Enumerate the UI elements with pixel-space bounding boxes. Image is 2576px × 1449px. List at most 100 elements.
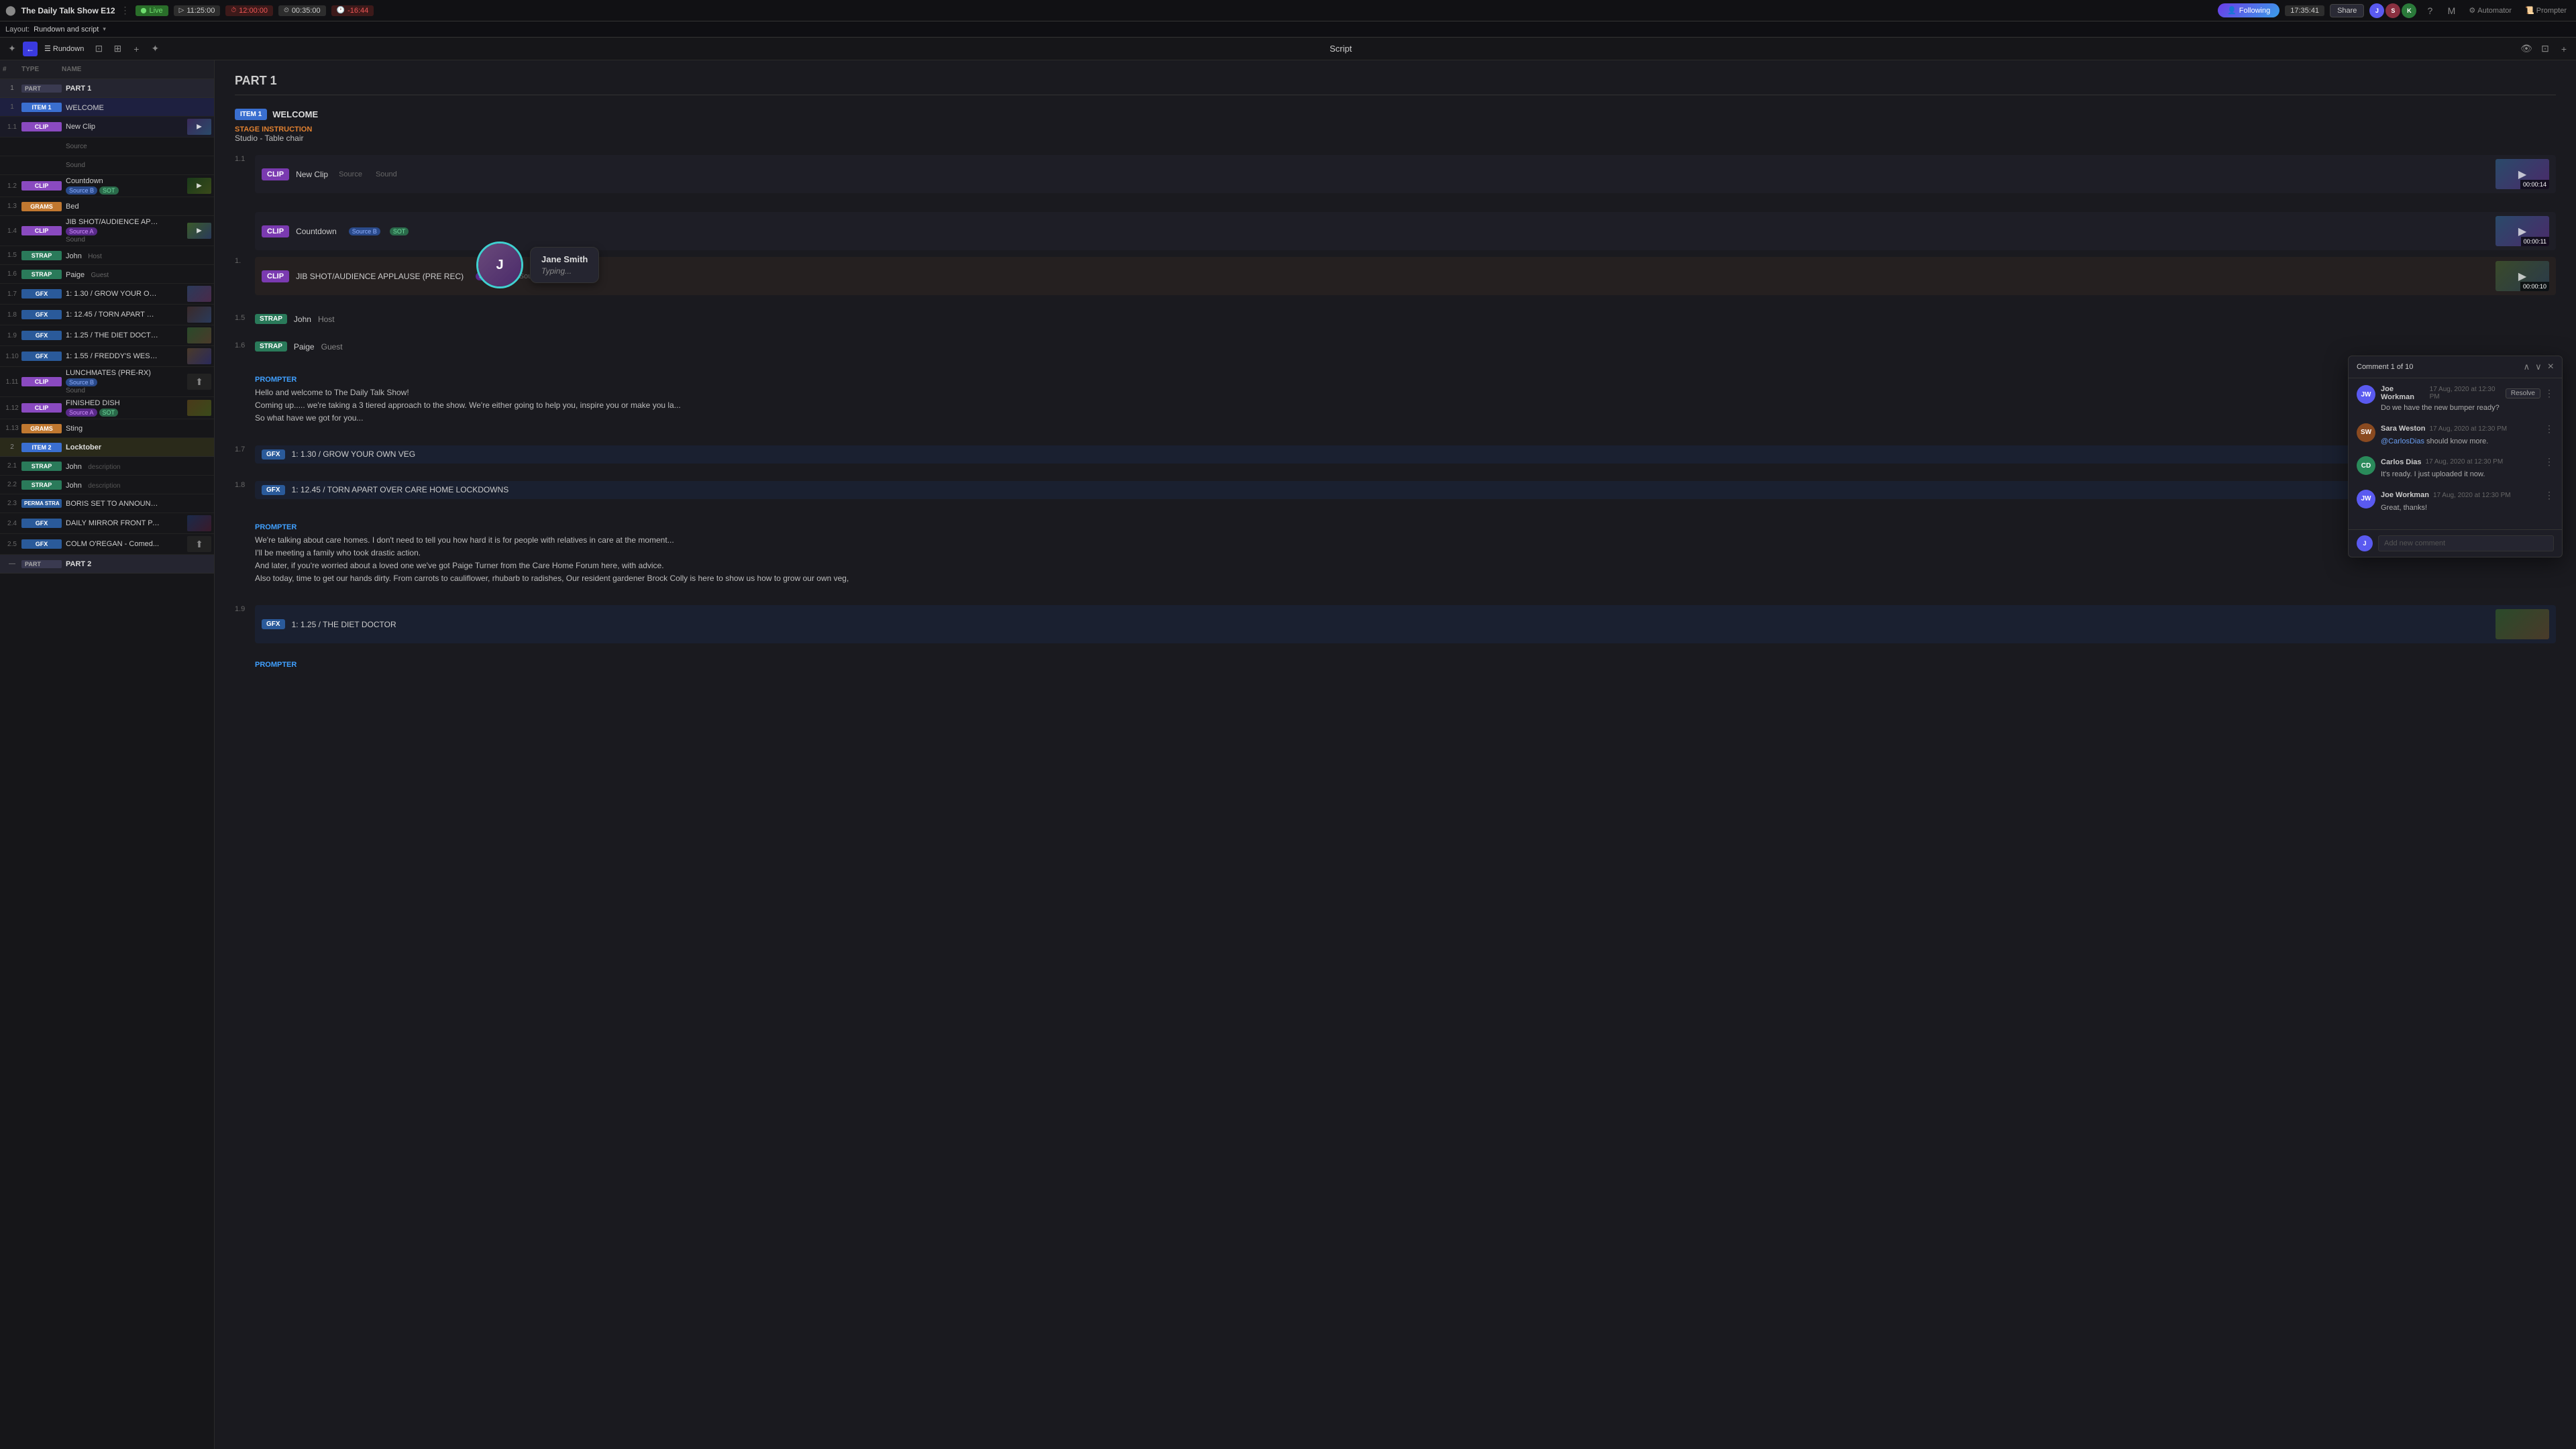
rundown-icon: ☰	[44, 44, 51, 53]
rundown-nav[interactable]: ☰ Rundown	[40, 42, 88, 56]
list-item[interactable]: 1.7 GFX 1: 1.30 / GROW YOUR OW...	[0, 284, 214, 305]
list-item[interactable]: 1.9 GFX 1: 1.25 / THE DIET DOCTC...	[0, 325, 214, 346]
part-row-3[interactable]: — PART PART 2	[0, 555, 214, 574]
resolve-button[interactable]: Resolve	[2506, 388, 2540, 398]
comment-thread: JW Joe Workman 17 Aug, 2020 at 12:30 PM …	[2349, 378, 2562, 529]
comment-entry-4: JW Joe Workman 17 Aug, 2020 at 12:30 PM …	[2357, 490, 2554, 514]
typing-user-name: Jane Smith	[541, 254, 588, 264]
live-status: ⬤ Live	[136, 5, 168, 16]
help-button[interactable]: ?	[2422, 3, 2438, 19]
list-item[interactable]: 1.1 CLIP New Clip ▶	[0, 117, 214, 138]
script-row-1.7: 1.7 GFX 1: 1.30 / GROW YOUR OWN VEG	[235, 445, 2556, 474]
time-4: 🕐 -16:44	[331, 5, 374, 16]
col-type: TYPE	[21, 66, 62, 73]
comment-entry-1: JW Joe Workman 17 Aug, 2020 at 12:30 PM …	[2357, 385, 2554, 414]
script-row-1.5: 1.5 STRAP John Host	[235, 314, 2556, 335]
prompter-button[interactable]: 📜 Prompter	[2521, 3, 2571, 17]
comment-next[interactable]: ∨	[2533, 362, 2544, 372]
stage-instruction: STAGE INSTRUCTION Studio - Table chair	[235, 125, 2556, 143]
play-icon-3: ▶	[2518, 270, 2526, 283]
comment-header: Comment 1 of 10 ∧ ∨ ×	[2349, 356, 2562, 378]
star-button[interactable]: ✦	[4, 41, 20, 57]
share-button[interactable]: Share	[2330, 4, 2364, 17]
list-item[interactable]: 1.8 GFX 1: 12.45 / TORN APART OV...	[0, 305, 214, 325]
avatar-carlos: CD	[2357, 456, 2375, 475]
avatar-2: S	[2385, 3, 2400, 18]
show-title: The Daily Talk Show E12	[21, 6, 115, 15]
current-user-avatar: J	[2357, 535, 2373, 551]
play-icon-2: ▶	[2518, 225, 2526, 238]
panel-toggle[interactable]: ⊞	[109, 41, 125, 57]
eye-button[interactable]: 👁	[2518, 41, 2534, 57]
add-button-2[interactable]: +	[2556, 41, 2572, 57]
comment-menu-1[interactable]: ⋮	[2544, 388, 2554, 399]
rundown-header: # TYPE NAME	[0, 60, 214, 79]
view-toggle[interactable]: ⊡	[91, 41, 107, 57]
comment-nav[interactable]: ∧ ∨	[2522, 362, 2544, 372]
clip-thumb-dish	[187, 400, 211, 416]
list-item[interactable]: 2.2 STRAP John description	[0, 476, 214, 494]
gfx-thumb-3	[187, 327, 211, 343]
rundown-panel: # TYPE NAME 1 PART PART 1 1 ITEM 1 WELCO…	[0, 60, 215, 1449]
comment-menu-2[interactable]: ⋮	[2544, 423, 2554, 435]
list-item[interactable]: 1.12 CLIP FINISHED DISH Source A SOT	[0, 397, 214, 419]
script-tab[interactable]: Script	[1324, 44, 1357, 54]
back-button[interactable]: ←	[23, 42, 38, 56]
time-3: ⏲ 00:35:00	[278, 5, 326, 16]
script-row-1.8: 1.8 GFX 1: 12.45 / TORN APART OVER CARE …	[235, 481, 2556, 510]
comment-count: Comment 1 of 10	[2357, 363, 2518, 371]
typing-avatar-container: J	[476, 241, 523, 288]
list-item[interactable]: 1.11 CLIP LUNCHMATES (PRE-RX) Source B S…	[0, 367, 214, 397]
clip-thumb-large-2: ▶ 00:00:11	[2496, 216, 2549, 246]
clip-row-newclip: CLIP New Clip Source Sound ▶ 00:00:14	[255, 155, 2556, 193]
part-row-1[interactable]: 1 PART PART 1	[0, 79, 214, 98]
part-row-2[interactable]: 2 ITEM 2 Locktober	[0, 438, 214, 457]
list-item: Source	[0, 138, 214, 156]
comment-close-button[interactable]: ×	[2548, 362, 2554, 372]
layout-bar: Layout: Rundown and script ▾	[0, 21, 2576, 38]
script-part-title: PART 1	[235, 74, 2556, 95]
list-item[interactable]: 1.4 CLIP JIB SHOT/AUDIENCE APPI... Sourc…	[0, 216, 214, 246]
profile-button[interactable]: M	[2443, 3, 2459, 19]
comment-input-row: J	[2349, 529, 2562, 557]
comment-entry-2: SW Sara Weston 17 Aug, 2020 at 12:30 PM …	[2357, 423, 2554, 447]
typing-indicator: Typing...	[541, 266, 588, 276]
comment-menu-4[interactable]: ⋮	[2544, 490, 2554, 501]
script-item-title: WELCOME	[272, 109, 318, 119]
list-item[interactable]: 1 ITEM 1 WELCOME	[0, 98, 214, 117]
list-item[interactable]: 1.6 STRAP Paige Guest	[0, 265, 214, 284]
comment-menu-3[interactable]: ⋮	[2544, 456, 2554, 468]
list-item[interactable]: 1.5 STRAP John Host	[0, 246, 214, 265]
following-button[interactable]: 👤 Following	[2218, 3, 2279, 17]
list-item[interactable]: 1.2 CLIP Countdown Source B SOT ▶	[0, 175, 214, 197]
list-item[interactable]: 2.3 PERMA STRA BORIS SET TO ANNOUNCE 3 T…	[0, 494, 214, 513]
main-container: # TYPE NAME 1 PART PART 1 1 ITEM 1 WELCO…	[0, 60, 2576, 1449]
list-item: Sound	[0, 156, 214, 175]
list-item[interactable]: 1.3 GRAMS Bed	[0, 197, 214, 216]
layout-selector[interactable]: Rundown and script	[34, 25, 99, 34]
top-bar-right: 👤 Following 17:35:41 Share J S K ? M ⚙ A…	[2218, 3, 2571, 19]
comment-prev[interactable]: ∧	[2522, 362, 2532, 372]
list-item[interactable]: 1.13 GRAMS Sting	[0, 419, 214, 438]
cog-button[interactable]: ✦	[147, 41, 163, 57]
script-row-prompter-3: PROMPTER	[255, 661, 2556, 669]
automator-button[interactable]: ⚙ Automator	[2465, 3, 2516, 17]
script-row-1.1: 1.1 CLIP New Clip Source Sound ▶ 00:00:1…	[235, 155, 2556, 205]
layout-chevron: ▾	[103, 25, 106, 33]
list-item[interactable]: 2.4 GFX DAILY MIRROR FRONT PA...	[0, 513, 214, 534]
layout-button-2[interactable]: ⊡	[2537, 41, 2553, 57]
comment-entry-3: CD Carlos Dias 17 Aug, 2020 at 12:30 PM …	[2357, 456, 2554, 480]
list-item[interactable]: 2.1 STRAP John description	[0, 457, 214, 476]
gfx-thumb-mirror	[187, 515, 211, 531]
script-row-1.9: 1.9 GFX 1: 1.25 / THE DIET DOCTOR	[235, 605, 2556, 654]
play-icon: ▶	[2518, 168, 2526, 181]
avatar-joe2: JW	[2357, 490, 2375, 508]
comment-input[interactable]	[2378, 535, 2554, 551]
add-button[interactable]: +	[128, 41, 144, 57]
clip-thumb-3: ▶	[187, 223, 211, 239]
list-item[interactable]: 2.5 GFX COLM O'REGAN - Comed... ⬆	[0, 534, 214, 555]
typing-bubble: Jane Smith Typing...	[530, 247, 599, 283]
list-item[interactable]: 1.10 GFX 1: 1.55 / FREDDY'S WEST...	[0, 346, 214, 367]
script-row-1.2: CLIP Countdown Source B SOT ▶ 00:00:11	[255, 212, 2556, 250]
current-time: 17:35:41	[2285, 5, 2324, 16]
